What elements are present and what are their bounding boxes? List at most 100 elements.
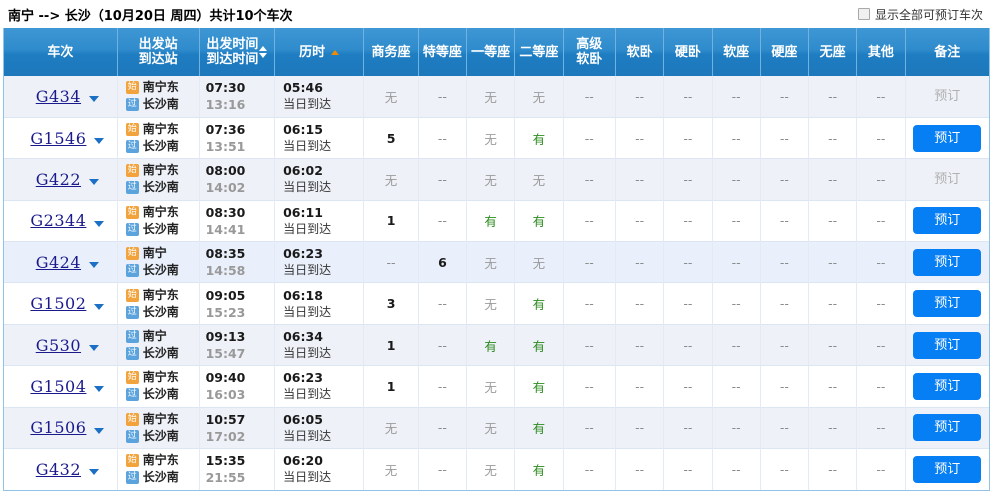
arrival-day-note: 当日到达 xyxy=(283,180,332,195)
to-station-name: 长沙南 xyxy=(142,470,179,485)
chevron-down-icon[interactable] xyxy=(89,179,100,186)
train-no-link[interactable]: G432 xyxy=(36,460,81,479)
seat-availability-cell: -- xyxy=(711,76,761,118)
show-all-bookable-label: 显示全部可预订车次 xyxy=(874,7,983,22)
book-button[interactable]: 预订 xyxy=(913,455,982,483)
col-times[interactable]: 出发时间 到达时间 xyxy=(198,28,275,76)
seat-availability-cell: -- xyxy=(807,76,857,118)
seat-availability-cell: -- xyxy=(417,76,467,118)
chevron-down-icon[interactable] xyxy=(89,262,100,269)
book-button[interactable]: 预订 xyxy=(913,124,982,152)
book-button-disabled: 预订 xyxy=(934,88,961,104)
seat-availability-cell: 3 xyxy=(363,282,419,325)
seat-availability-cell: -- xyxy=(663,448,712,490)
train-no-link[interactable]: G422 xyxy=(36,170,81,189)
seat-not-applicable: -- xyxy=(731,337,741,353)
col-stations[interactable]: 出发站 到达站 xyxy=(116,28,200,76)
chevron-down-icon[interactable] xyxy=(94,386,105,393)
table-row[interactable]: G1546 始南宁东过长沙南 07:36 13:51 06:15 当日到达 5 -- 无有 -- -… xyxy=(4,116,989,159)
chevron-down-icon[interactable] xyxy=(89,96,100,103)
seat-not-applicable: -- xyxy=(779,337,789,353)
seat-sold-out: 无 xyxy=(484,89,497,105)
train-no-link[interactable]: G434 xyxy=(36,87,81,106)
seat-availability-cell: -- xyxy=(417,448,467,490)
seat-not-applicable: -- xyxy=(683,420,693,436)
table-row[interactable]: G1502 始南宁东过长沙南 09:05 15:23 06:18 当日到达 3 -- 无有 -- -… xyxy=(4,282,989,325)
table-row[interactable]: G422 始南宁东过长沙南 08:00 14:02 06:02 当日到达无 -- 无无 -- --… xyxy=(4,158,989,201)
seat-not-applicable: -- xyxy=(683,254,693,270)
duration-value: 06:34 xyxy=(283,329,323,345)
book-button[interactable]: 预订 xyxy=(913,248,982,276)
train-no-link[interactable]: G424 xyxy=(36,253,81,272)
book-button[interactable]: 预订 xyxy=(913,207,982,235)
col-from-station-label: 出发站 xyxy=(138,37,178,52)
seat-sold-out: 无 xyxy=(384,421,398,437)
seat-availability-cell: -- xyxy=(856,365,905,408)
arrival-day-note: 当日到达 xyxy=(283,470,332,485)
table-row[interactable]: G432 始南宁东过长沙南 15:35 21:55 06:20 当日到达无 -- 无有 -- --… xyxy=(4,448,989,490)
chevron-down-icon[interactable] xyxy=(94,220,105,227)
seat-availability-cell: -- xyxy=(614,116,664,159)
chevron-down-icon[interactable] xyxy=(89,345,100,352)
train-no-link[interactable]: G1506 xyxy=(30,418,86,437)
passing-station-icon: 过 xyxy=(125,264,139,278)
sort-ascending-icon[interactable] xyxy=(331,49,340,55)
passing-station-icon: 过 xyxy=(125,429,139,443)
duration-value: 06:18 xyxy=(283,287,323,303)
table-row[interactable]: G434 始南宁东过长沙南 07:30 13:16 05:46 当日到达无 -- 无无 -- --… xyxy=(4,76,989,118)
table-row[interactable]: G530 过南宁过长沙南 09:13 15:47 06:34 当日到达 1 -- 有有 -- -- -… xyxy=(4,323,989,366)
from-station-name: 南宁东 xyxy=(142,80,179,95)
seat-availability-cell: -- xyxy=(856,199,905,242)
table-row[interactable]: G424 始南宁过长沙南 08:35 14:58 06:23 当日到达 -- 6 无无 -- -- -… xyxy=(4,241,989,283)
seat-availability-cell: -- xyxy=(759,199,809,242)
remark-cell: 预订 xyxy=(904,158,989,201)
col-duration[interactable]: 历时 xyxy=(274,28,364,76)
table-row[interactable]: G1504 始南宁东过长沙南 09:40 16:03 06:23 当日到达 1 -- 无有 -- -… xyxy=(4,365,989,408)
col-hard-sleeper-label: 硬卧 xyxy=(674,44,701,60)
arrival-day-note: 当日到达 xyxy=(283,387,332,402)
seat-sold-out: 无 xyxy=(484,255,497,271)
table-row[interactable]: G2344 始南宁东过长沙南 08:30 14:41 06:11 当日到达 1 -- 有有 -- -… xyxy=(4,199,989,242)
train-no-link[interactable]: G1502 xyxy=(30,294,86,313)
seat-availability-cell: 无 xyxy=(514,76,564,118)
origin-station-icon: 始 xyxy=(125,247,139,261)
seat-not-applicable: -- xyxy=(584,88,594,104)
book-button[interactable]: 预订 xyxy=(913,290,982,318)
col-special-seat-label: 特等座 xyxy=(422,44,462,60)
times-cell: 15:35 21:55 xyxy=(198,448,275,490)
chevron-down-icon[interactable] xyxy=(89,469,100,476)
book-button[interactable]: 预订 xyxy=(913,414,982,442)
book-button[interactable]: 预订 xyxy=(913,331,982,359)
col-business-seat-label: 商务座 xyxy=(371,44,411,60)
sort-descending-icon[interactable] xyxy=(259,53,268,58)
train-no-link[interactable]: G2344 xyxy=(30,211,86,230)
stations-cell: 始南宁东过长沙南 xyxy=(116,116,200,159)
checkbox-icon[interactable] xyxy=(857,8,870,20)
from-station-name: 南宁东 xyxy=(142,411,179,426)
passing-station-icon: 过 xyxy=(125,181,139,195)
table-row[interactable]: G1506 始南宁东过长沙南 10:57 17:02 06:05 当日到达无 -- 无有 -- -… xyxy=(4,406,989,449)
show-all-bookable-toggle[interactable]: 显示全部可预订车次 xyxy=(857,6,987,23)
col-train-no[interactable]: 车次 xyxy=(4,28,118,76)
seat-count: 3 xyxy=(386,296,396,312)
seat-not-applicable: -- xyxy=(584,130,594,146)
origin-station-icon: 始 xyxy=(125,371,139,385)
time-sort-controls[interactable] xyxy=(259,46,268,58)
seat-availability-cell: -- xyxy=(807,282,857,325)
seat-availability-cell: -- xyxy=(562,116,616,159)
seat-not-applicable: -- xyxy=(683,378,693,394)
book-button[interactable]: 预订 xyxy=(913,372,982,400)
times-cell: 10:57 17:02 xyxy=(198,406,275,449)
chevron-down-icon[interactable] xyxy=(94,303,105,310)
sort-ascending-icon[interactable] xyxy=(259,46,268,51)
seat-availability-cell: 有 xyxy=(466,199,515,242)
train-no-link[interactable]: G1504 xyxy=(30,377,86,396)
train-no-link[interactable]: G1546 xyxy=(30,129,86,148)
train-no-link[interactable]: G530 xyxy=(36,336,81,355)
chevron-down-icon[interactable] xyxy=(94,138,105,145)
seat-availability-cell: 有 xyxy=(514,365,564,408)
passing-station-icon: 过 xyxy=(125,140,139,154)
duration-sort-controls[interactable] xyxy=(331,49,340,55)
seat-not-applicable: -- xyxy=(876,171,886,187)
chevron-down-icon[interactable] xyxy=(94,427,105,434)
